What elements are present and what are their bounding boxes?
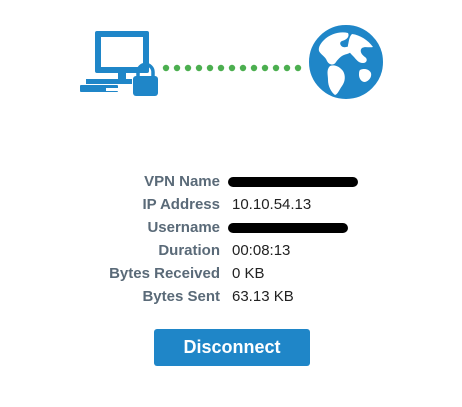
ip-address-row: IP Address 10.10.54.13 [0, 193, 462, 216]
username-redaction [228, 223, 348, 233]
username-label: Username [147, 219, 220, 236]
connection-details: VPN Name IP Address 10.10.54.13 Username… [0, 170, 462, 308]
bytes-sent-row: Bytes Sent 63.13 KB [0, 285, 462, 308]
username-row: Username [0, 216, 462, 239]
computer-lock-icon [80, 31, 158, 96]
ip-address-label: IP Address [142, 196, 220, 213]
globe-icon [309, 25, 383, 99]
bytes-received-value: 0 KB [232, 265, 265, 282]
duration-row: Duration 00:08:13 [0, 239, 462, 262]
vpn-name-row: VPN Name [0, 170, 462, 193]
connection-illustration [80, 25, 383, 99]
ip-address-value: 10.10.54.13 [232, 196, 312, 213]
bytes-received-row: Bytes Received 0 KB [0, 262, 462, 285]
disconnect-button[interactable]: Disconnect [154, 329, 310, 366]
connection-dots [162, 64, 302, 72]
bytes-sent-label: Bytes Sent [142, 288, 220, 305]
vpn-status-panel: VPN Name IP Address 10.10.54.13 Username… [0, 0, 462, 407]
bytes-received-label: Bytes Received [109, 265, 220, 282]
vpn-name-label: VPN Name [144, 173, 220, 190]
duration-value: 00:08:13 [232, 242, 291, 259]
bytes-sent-value: 63.13 KB [232, 288, 294, 305]
duration-label: Duration [158, 242, 220, 259]
vpn-name-redaction [228, 177, 358, 187]
